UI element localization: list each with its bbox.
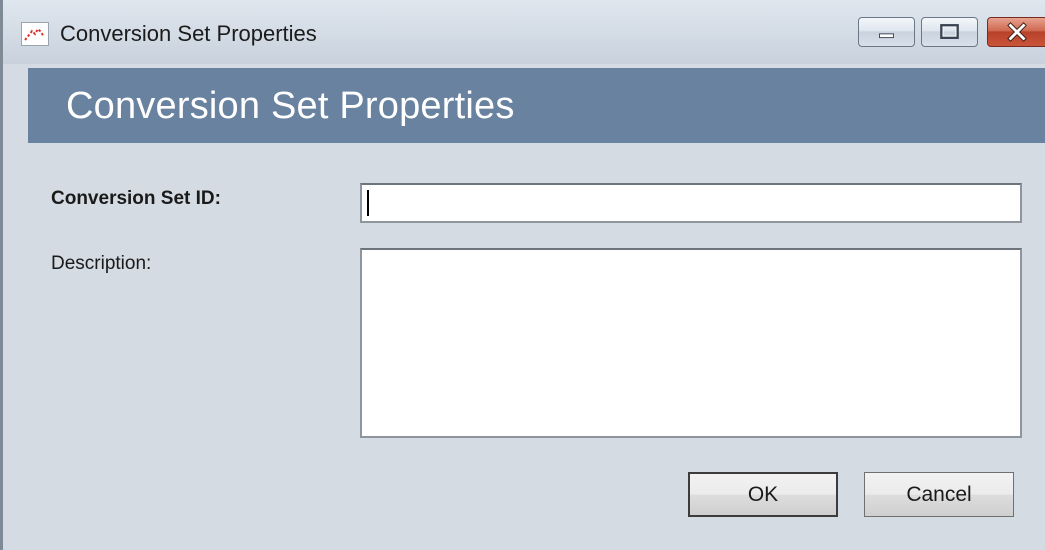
close-button[interactable] (987, 17, 1045, 47)
description-textarea[interactable] (360, 248, 1022, 438)
close-icon (1007, 22, 1027, 42)
minimize-button[interactable] (858, 17, 915, 47)
cancel-button[interactable]: Cancel (864, 472, 1014, 517)
app-icon (21, 22, 49, 46)
conversion-set-id-input[interactable] (360, 183, 1022, 223)
page-title: Conversion Set Properties (66, 85, 515, 127)
maximize-icon (940, 24, 959, 39)
maximize-button[interactable] (921, 17, 978, 47)
title-bar[interactable]: Conversion Set Properties (3, 0, 1045, 64)
header-band: Conversion Set Properties (28, 68, 1045, 143)
window-title: Conversion Set Properties (60, 21, 317, 46)
minimize-icon (879, 33, 894, 39)
text-caret (367, 190, 369, 216)
description-label: Description: (51, 253, 152, 274)
ok-button[interactable]: OK (688, 472, 838, 517)
conversion-set-id-label: Conversion Set ID: (51, 188, 221, 209)
dialog-window: Conversion Set Properties Conversion Set… (0, 0, 1045, 550)
